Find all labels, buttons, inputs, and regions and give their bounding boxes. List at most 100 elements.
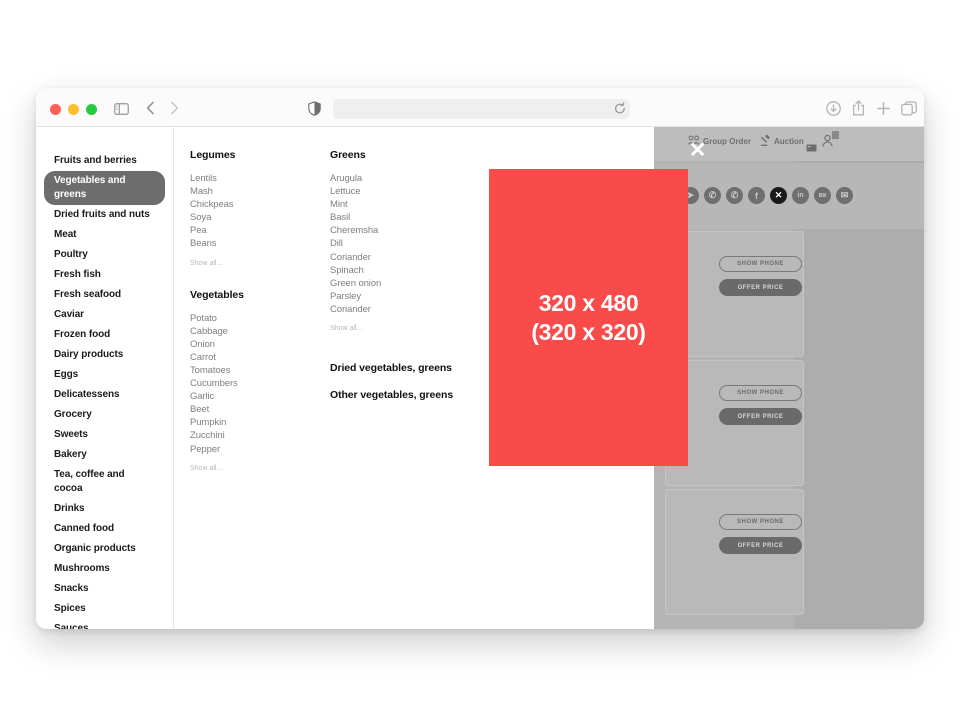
link-other-vegetables-greens[interactable]: Other vegetables, greens — [330, 389, 480, 401]
page-viewport: Group Order Auction ➤ ✆ ✆ f ✕ in вк ✉ ✕ … — [36, 127, 924, 629]
list-item[interactable]: Lettuce — [330, 185, 480, 198]
sidebar-toggle-icon[interactable] — [114, 102, 129, 120]
sidebar-item-tea-coffee-and-cocoa[interactable]: Tea, coffee and cocoa — [44, 465, 165, 499]
sidebar-item-snacks[interactable]: Snacks — [44, 579, 165, 599]
sidebar-item-vegetables-and-greens[interactable]: Vegetables and greens — [44, 171, 165, 205]
list-item[interactable]: Pea — [190, 224, 320, 237]
list-item[interactable]: Chickpeas — [190, 198, 320, 211]
list-item[interactable]: Mint — [330, 198, 480, 211]
group-title-vegetables[interactable]: Vegetables — [190, 289, 320, 301]
list-item[interactable]: Green onion — [330, 277, 480, 290]
sidebar-item-bakery[interactable]: Bakery — [44, 445, 165, 465]
browser-window: Group Order Auction ➤ ✆ ✆ f ✕ in вк ✉ ✕ … — [36, 88, 924, 629]
browser-titlebar — [36, 88, 924, 127]
shield-icon[interactable] — [308, 101, 321, 121]
sidebar-item-grocery[interactable]: Grocery — [44, 405, 165, 425]
ad-placeholder[interactable]: 320 x 480 (320 x 320) — [489, 169, 688, 466]
download-icon[interactable] — [826, 101, 841, 121]
sidebar-item-fruits-and-berries[interactable]: Fruits and berries — [44, 151, 165, 171]
group-greens: Greens Arugula Lettuce Mint Basil Cherem… — [330, 149, 480, 332]
auction-label: Auction — [774, 137, 804, 146]
sidebar-item-mushrooms[interactable]: Mushrooms — [44, 559, 165, 579]
sidebar-item-delicatessens[interactable]: Delicatessens — [44, 385, 165, 405]
new-tab-icon[interactable] — [876, 101, 891, 121]
list-item[interactable]: Beet — [190, 403, 320, 416]
sidebar-item-sweets[interactable]: Sweets — [44, 425, 165, 445]
list-item[interactable]: Carrot — [190, 351, 320, 364]
list-item[interactable]: Potato — [190, 312, 320, 325]
sidebar-item-frozen-food[interactable]: Frozen food — [44, 325, 165, 345]
list-item[interactable]: Dill — [330, 237, 480, 250]
list-item[interactable]: Lentils — [190, 172, 320, 185]
auction-link[interactable]: Auction — [760, 134, 804, 148]
viber-icon[interactable]: ✆ — [726, 187, 743, 204]
list-item[interactable]: Zucchini — [190, 429, 320, 442]
vk-icon[interactable]: вк — [814, 187, 831, 204]
listing-card[interactable]: SHOW PHONE OFFER PRICE — [665, 489, 804, 615]
group-title-legumes[interactable]: Legumes — [190, 149, 320, 161]
whatsapp-icon[interactable]: ✆ — [704, 187, 721, 204]
show-all-vegetables-link[interactable]: Show all... — [190, 465, 320, 472]
facebook-icon[interactable]: f — [748, 187, 765, 204]
list-item[interactable]: Coriander — [330, 303, 480, 316]
list-item[interactable]: Basil — [330, 211, 480, 224]
sidebar-item-canned-food[interactable]: Canned food — [44, 519, 165, 539]
window-minimize-button[interactable] — [68, 104, 79, 115]
list-item[interactable]: Cucumbers — [190, 377, 320, 390]
offer-price-button[interactable]: OFFER PRICE — [719, 279, 802, 296]
offer-price-button[interactable]: OFFER PRICE — [719, 537, 802, 554]
sidebar-item-spices[interactable]: Spices — [44, 599, 165, 619]
sidebar-item-meat[interactable]: Meat — [44, 225, 165, 245]
sidebar-item-drinks[interactable]: Drinks — [44, 499, 165, 519]
sidebar-item-organic-products[interactable]: Organic products — [44, 539, 165, 559]
list-item[interactable]: Coriander — [330, 251, 480, 264]
subcategory-column-left: Legumes Lentils Mash Chickpeas Soya Pea … — [190, 149, 320, 492]
category-sidebar: Fruits and berries Vegetables and greens… — [36, 127, 174, 629]
offer-price-button[interactable]: OFFER PRICE — [719, 408, 802, 425]
email-icon[interactable]: ✉ — [836, 187, 853, 204]
window-maximize-button[interactable] — [86, 104, 97, 115]
sidebar-item-fresh-seafood[interactable]: Fresh seafood — [44, 285, 165, 305]
sidebar-item-eggs[interactable]: Eggs — [44, 365, 165, 385]
list-item[interactable]: Mash — [190, 185, 320, 198]
reload-icon[interactable] — [614, 102, 626, 120]
show-phone-button[interactable]: SHOW PHONE — [719, 514, 802, 530]
list-item[interactable]: Soya — [190, 211, 320, 224]
list-item[interactable]: Cheremsha — [330, 224, 480, 237]
list-item[interactable]: Tomatoes — [190, 364, 320, 377]
ad-size-primary: 320 x 480 — [538, 289, 639, 316]
list-item[interactable]: Parsley — [330, 290, 480, 303]
x-twitter-icon[interactable]: ✕ — [770, 187, 787, 204]
group-title-greens[interactable]: Greens — [330, 149, 480, 161]
list-item[interactable]: Arugula — [330, 172, 480, 185]
list-item[interactable]: Spinach — [330, 264, 480, 277]
list-item[interactable]: Cabbage — [190, 325, 320, 338]
legumes-list: Lentils Mash Chickpeas Soya Pea Beans — [190, 172, 320, 251]
close-icon[interactable]: ✕ — [688, 140, 707, 161]
sidebar-item-fresh-fish[interactable]: Fresh fish — [44, 265, 165, 285]
list-item[interactable]: Pepper — [190, 443, 320, 456]
sidebar-item-caviar[interactable]: Caviar — [44, 305, 165, 325]
tabs-overview-icon[interactable] — [901, 101, 917, 121]
list-item[interactable]: Pumpkin — [190, 416, 320, 429]
show-all-legumes-link[interactable]: Show all... — [190, 260, 320, 267]
sidebar-item-poultry[interactable]: Poultry — [44, 245, 165, 265]
sidebar-item-dried-fruits-and-nuts[interactable]: Dried fruits and nuts — [44, 205, 165, 225]
show-all-greens-link[interactable]: Show all... — [330, 325, 480, 332]
list-item[interactable]: Onion — [190, 338, 320, 351]
nav-back-icon[interactable] — [146, 101, 155, 120]
sidebar-item-sauces[interactable]: Sauces — [44, 619, 165, 629]
window-close-button[interactable] — [50, 104, 61, 115]
sidebar-item-dairy-products[interactable]: Dairy products — [44, 345, 165, 365]
share-icon[interactable] — [852, 100, 865, 121]
card-icon[interactable] — [806, 139, 817, 157]
list-item[interactable]: Beans — [190, 237, 320, 250]
address-input[interactable] — [333, 99, 630, 119]
link-dried-vegetables-greens[interactable]: Dried vegetables, greens — [330, 362, 480, 374]
list-item[interactable]: Garlic — [190, 390, 320, 403]
show-phone-button[interactable]: SHOW PHONE — [719, 256, 802, 272]
linkedin-icon[interactable]: in — [792, 187, 809, 204]
user-notification-badge — [832, 131, 839, 139]
show-phone-button[interactable]: SHOW PHONE — [719, 385, 802, 401]
nav-forward-icon[interactable] — [170, 101, 179, 120]
